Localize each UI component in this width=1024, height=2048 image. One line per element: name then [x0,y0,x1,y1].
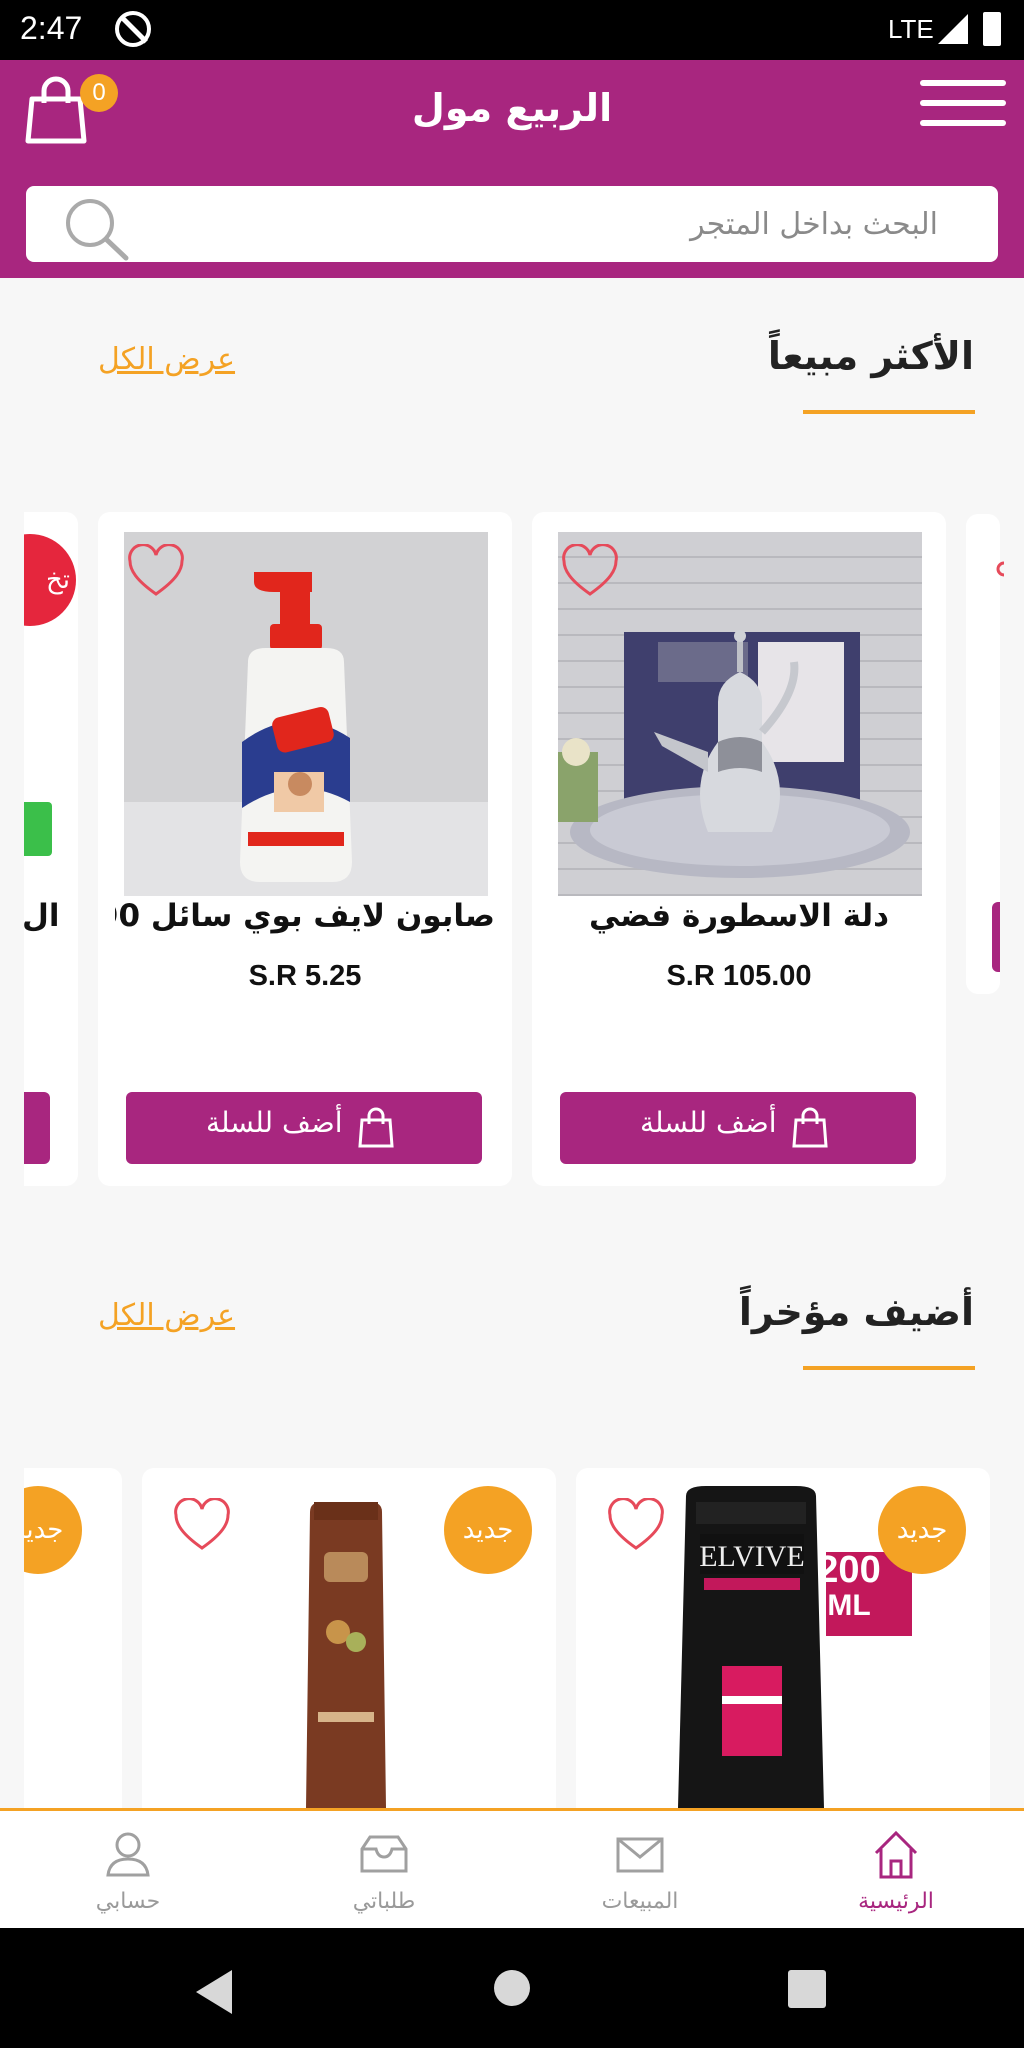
menu-icon[interactable] [920,80,1006,126]
home-circle-icon[interactable] [494,1970,530,2006]
recently-added-view-all[interactable]: عرض الكل [98,1298,235,1333]
nav-sales-label: المبيعات [601,1889,679,1914]
svg-text:ELVIVE: ELVIVE [699,1540,805,1573]
battery-icon [983,12,1001,46]
search-icon[interactable] [62,196,132,262]
search-box[interactable] [26,186,998,262]
product-price: S.R 105.00 [666,960,812,992]
nav-home[interactable]: الرئيسية [768,1811,1024,1931]
product-price: S.R 5.25 [248,960,362,992]
signal-icon [938,14,968,44]
system-navigation-bar [0,1928,1024,2048]
heart-icon [996,561,1004,577]
nav-home-label: الرئيسية [858,1889,934,1914]
product-card-partial[interactable]: تخ ال [24,512,78,1186]
add-to-cart-button[interactable]: أضف للسلة [560,1092,916,1164]
product-card[interactable]: دلة الاسطورة فضي S.R 105.00 أضف للسلة [532,512,946,1186]
product-card[interactable]: صابون لايف بوي سائل 90.. S.R 5.25 أضف لل… [98,512,512,1186]
favorite-heart-icon[interactable] [606,1498,666,1552]
favorite-heart-icon[interactable] [172,1498,232,1552]
search-input[interactable] [238,202,938,246]
tag-badge [24,802,52,856]
envelope-icon [616,1837,664,1873]
favorite-heart-icon[interactable] [126,544,186,598]
cart-icon[interactable] [24,75,88,145]
section-underline [803,1366,975,1370]
nav-orders-label: طلباتي [352,1889,416,1914]
recently-added-title: أضيف مؤخراً [738,1290,974,1334]
back-icon[interactable] [196,1970,232,2014]
network-type: LTE [888,14,934,44]
bottom-navigation: الرئيسية المبيعات طلباتي حسابي [0,1808,1024,1928]
cart-count-badge: 0 [80,74,118,112]
product-size-label: 200 [817,1549,881,1591]
new-badge: جديد [444,1486,532,1574]
best-sellers-title: الأكثر مبيعاً [767,334,974,378]
nav-account[interactable]: حسابي [0,1811,256,1931]
favorite-heart-icon[interactable] [560,544,620,598]
product-size-unit: ML [827,1589,871,1622]
new-badge: جديد [24,1486,82,1574]
product-name[interactable]: دلة الاسطورة فضي [549,898,929,934]
shopping-bag-icon [792,1107,828,1148]
product-card[interactable]: جديد [142,1468,556,1808]
shopping-bag-icon [358,1107,394,1148]
status-time: 2:47 [20,10,83,46]
product-card-partial[interactable]: جديد [24,1468,122,1808]
section-underline [803,410,975,414]
user-icon [106,1832,150,1877]
product-card-partial[interactable] [966,514,1004,994]
best-sellers-view-all[interactable]: عرض الكل [98,342,235,377]
app-title: الربيع مول [411,86,613,130]
product-name[interactable]: ال [24,898,60,934]
nav-orders[interactable]: طلباتي [256,1811,512,1931]
inbox-icon [360,1835,408,1873]
product-name[interactable]: صابون لايف بوي سائل 90.. [115,898,495,934]
add-to-cart-button[interactable] [992,902,1000,972]
recent-apps-icon[interactable] [788,1970,826,2008]
add-to-cart-label: أضف للسلة [640,1106,777,1139]
status-bar: 2:47 LTE [0,0,1024,60]
home-icon [874,1830,918,1879]
discount-badge: تخ [24,534,76,626]
nav-account-label: حسابي [95,1889,161,1914]
add-to-cart-label: أضف للسلة [206,1106,343,1139]
add-to-cart-button[interactable] [24,1092,50,1164]
do-not-disturb-icon [115,11,151,47]
product-card[interactable]: ELVIVE 200 ML جديد [576,1468,990,1808]
add-to-cart-button[interactable]: أضف للسلة [126,1092,482,1164]
nav-sales[interactable]: المبيعات [512,1811,768,1931]
new-badge: جديد [878,1486,966,1574]
